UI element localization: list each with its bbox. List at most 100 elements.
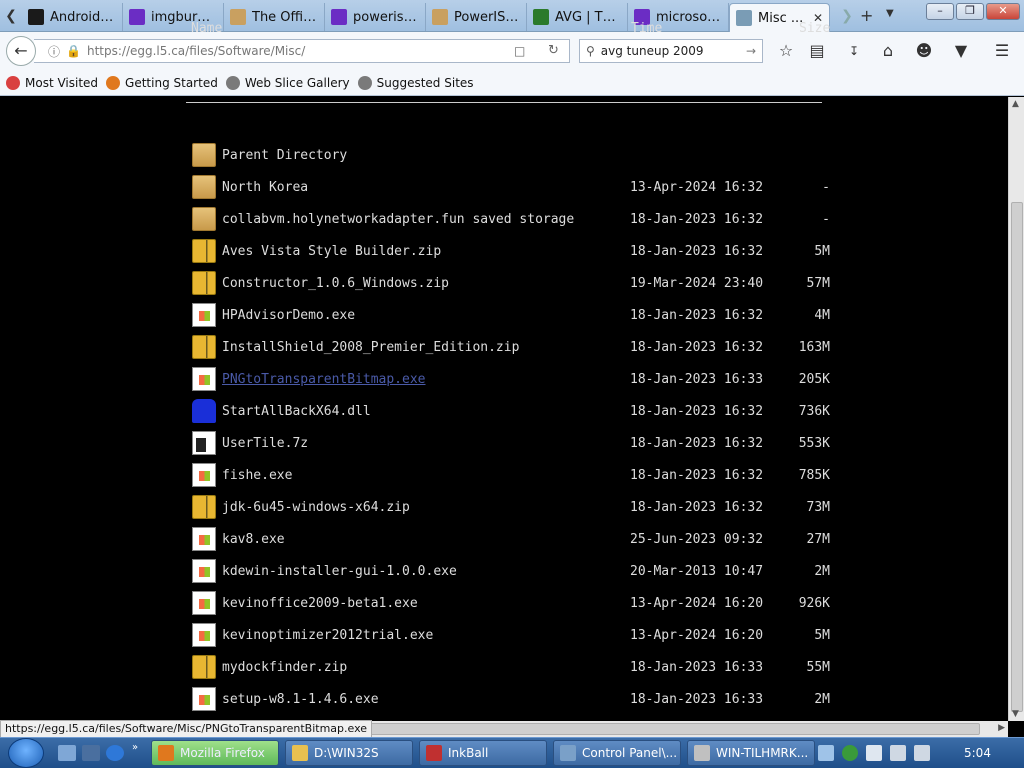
- scroll-down-icon[interactable]: ▼: [1012, 709, 1019, 719]
- folder-icon[interactable]: [192, 143, 216, 167]
- zip-icon[interactable]: [192, 495, 216, 519]
- new-tab-button[interactable]: +: [860, 6, 873, 25]
- file-name-link[interactable]: kevinoffice2009-beta1.exe: [222, 596, 418, 611]
- archive-icon[interactable]: [192, 431, 216, 455]
- reload-icon[interactable]: ↻: [548, 43, 559, 58]
- file-name-link[interactable]: jdk-6u45-windows-x64.zip: [222, 500, 410, 515]
- folder-icon[interactable]: [192, 175, 216, 199]
- tab-scroll-left-icon[interactable]: ❮: [2, 4, 20, 28]
- file-name-link[interactable]: fishe.exe: [222, 468, 292, 483]
- list-all-tabs-icon[interactable]: ▼: [886, 8, 894, 19]
- internet-explorer-icon[interactable]: [106, 745, 124, 761]
- security-shield-icon[interactable]: [842, 745, 858, 761]
- hamburger-menu-icon[interactable]: ☰: [991, 40, 1013, 62]
- file-name-link[interactable]: UserTile.7z: [222, 436, 308, 451]
- zip-icon[interactable]: [192, 335, 216, 359]
- zip-icon[interactable]: [192, 239, 216, 263]
- downloads-icon[interactable]: ↧: [843, 40, 865, 62]
- exe-icon[interactable]: [192, 591, 216, 615]
- tab-favicon-icon: [129, 9, 145, 25]
- tab-scroll-right-icon[interactable]: ❯: [838, 4, 856, 28]
- tab-favicon-icon: [28, 9, 44, 25]
- zip-icon[interactable]: [192, 271, 216, 295]
- folder-icon[interactable]: [192, 207, 216, 231]
- bookmark-2[interactable]: Web Slice Gallery: [225, 75, 350, 90]
- chat-icon[interactable]: ☻: [913, 40, 935, 62]
- tab-5[interactable]: AVG | Th...: [527, 3, 628, 31]
- task-app-icon: [560, 745, 576, 761]
- column-header-name[interactable]: Name: [191, 21, 222, 36]
- file-name-link[interactable]: mydockfinder.zip: [222, 660, 347, 675]
- tray-app-icon[interactable]: [818, 745, 834, 761]
- dll-icon[interactable]: [192, 399, 216, 423]
- exe-icon[interactable]: [192, 559, 216, 583]
- tab-4[interactable]: PowerISO...: [426, 3, 527, 31]
- file-name-link[interactable]: HPAdvisorDemo.exe: [222, 308, 355, 323]
- file-name-link[interactable]: Parent Directory: [222, 148, 347, 163]
- tab-3[interactable]: poweriso ...: [325, 3, 426, 31]
- file-time: 18-Jan-2023 16:32: [630, 308, 764, 323]
- bookmarks-menu-icon[interactable]: ▤: [806, 40, 828, 62]
- search-input[interactable]: [600, 44, 741, 58]
- back-button[interactable]: ←: [6, 36, 36, 66]
- tab-label: Misc ...: [758, 10, 804, 26]
- start-button[interactable]: [8, 738, 44, 768]
- maximize-button[interactable]: ❐: [956, 3, 984, 20]
- file-name-link[interactable]: kdewin-installer-gui-1.0.0.exe: [222, 564, 457, 579]
- bookmark-star-icon[interactable]: ☆: [775, 40, 797, 62]
- show-desktop-icon[interactable]: [58, 745, 76, 761]
- site-info-icon[interactable]: ⓘ: [48, 43, 60, 60]
- column-header-time[interactable]: Time: [631, 21, 662, 36]
- exe-icon[interactable]: [192, 623, 216, 647]
- search-go-icon[interactable]: →: [746, 44, 756, 58]
- taskbar-task-0[interactable]: Mozilla Firefox: [151, 740, 279, 766]
- horizontal-scroll-thumb[interactable]: [340, 723, 980, 735]
- table-row: InstallShield_2008_Premier_Edition.zip 18…: [191, 334, 851, 366]
- file-name-link[interactable]: Constructor_1.0.6_Windows.zip: [222, 276, 449, 291]
- exe-icon[interactable]: [192, 463, 216, 487]
- search-bar[interactable]: ⚲ →: [579, 39, 763, 63]
- exe-icon[interactable]: [192, 367, 216, 391]
- column-header-size[interactable]: Size: [799, 21, 830, 36]
- network-icon[interactable]: [890, 745, 906, 761]
- home-icon[interactable]: ⌂: [877, 40, 899, 62]
- zip-icon[interactable]: [192, 655, 216, 679]
- vertical-scrollbar[interactable]: ▲ ▼: [1008, 97, 1024, 721]
- bookmark-3[interactable]: Suggested Sites: [357, 75, 474, 90]
- tab-0[interactable]: Android-...: [22, 3, 123, 31]
- taskbar-task-1[interactable]: D:\WIN32S: [285, 740, 413, 766]
- bookmark-0[interactable]: Most Visited: [6, 75, 98, 90]
- volume-icon[interactable]: [914, 745, 930, 761]
- minimize-button[interactable]: –: [926, 3, 954, 20]
- file-name-link[interactable]: setup-w8.1-1.4.6.exe: [222, 692, 379, 707]
- file-name-link[interactable]: kevinoptimizer2012trial.exe: [222, 628, 433, 643]
- vertical-scroll-thumb[interactable]: [1011, 202, 1023, 712]
- exe-icon[interactable]: [192, 303, 216, 327]
- scroll-right-icon[interactable]: ▶: [998, 723, 1005, 733]
- quicklaunch-window-icon[interactable]: [82, 745, 100, 761]
- taskbar-task-3[interactable]: Control Panel\...: [553, 740, 681, 766]
- url-bar[interactable]: ⓘ 🔒 https://egg.l5.ca/files/Software/Mis…: [34, 39, 570, 63]
- reader-view-icon[interactable]: □: [514, 44, 525, 58]
- file-name-link[interactable]: kav8.exe: [222, 532, 285, 547]
- action-center-flag-icon[interactable]: [866, 745, 882, 761]
- file-time: 18-Jan-2023 16:33: [630, 372, 764, 387]
- file-name-link[interactable]: StartAllBackX64.dll: [222, 404, 371, 419]
- taskbar-task-4[interactable]: WIN-TILHMRK...: [687, 740, 815, 766]
- tab-2[interactable]: The Offic...: [224, 3, 325, 31]
- taskbar-task-2[interactable]: InkBall: [419, 740, 547, 766]
- quicklaunch-more-icon[interactable]: »: [132, 742, 138, 753]
- clock[interactable]: 5:04: [964, 746, 991, 760]
- file-name-link[interactable]: Aves Vista Style Builder.zip: [222, 244, 441, 259]
- file-name-link[interactable]: PNGtoTransparentBitmap.exe: [222, 372, 426, 387]
- url-text[interactable]: https://egg.l5.ca/files/Software/Misc/: [87, 44, 305, 58]
- bookmark-1[interactable]: Getting Started: [106, 75, 218, 90]
- file-name-link[interactable]: collabvm.holynetworkadapter.fun saved st…: [222, 212, 574, 227]
- close-window-button[interactable]: ✕: [986, 3, 1020, 20]
- pocket-icon[interactable]: ▼: [950, 40, 972, 62]
- scroll-up-icon[interactable]: ▲: [1012, 99, 1019, 109]
- file-name-link[interactable]: InstallShield_2008_Premier_Edition.zip: [222, 340, 519, 355]
- file-name-link[interactable]: North Korea: [222, 180, 308, 195]
- exe-icon[interactable]: [192, 527, 216, 551]
- exe-icon[interactable]: [192, 687, 216, 711]
